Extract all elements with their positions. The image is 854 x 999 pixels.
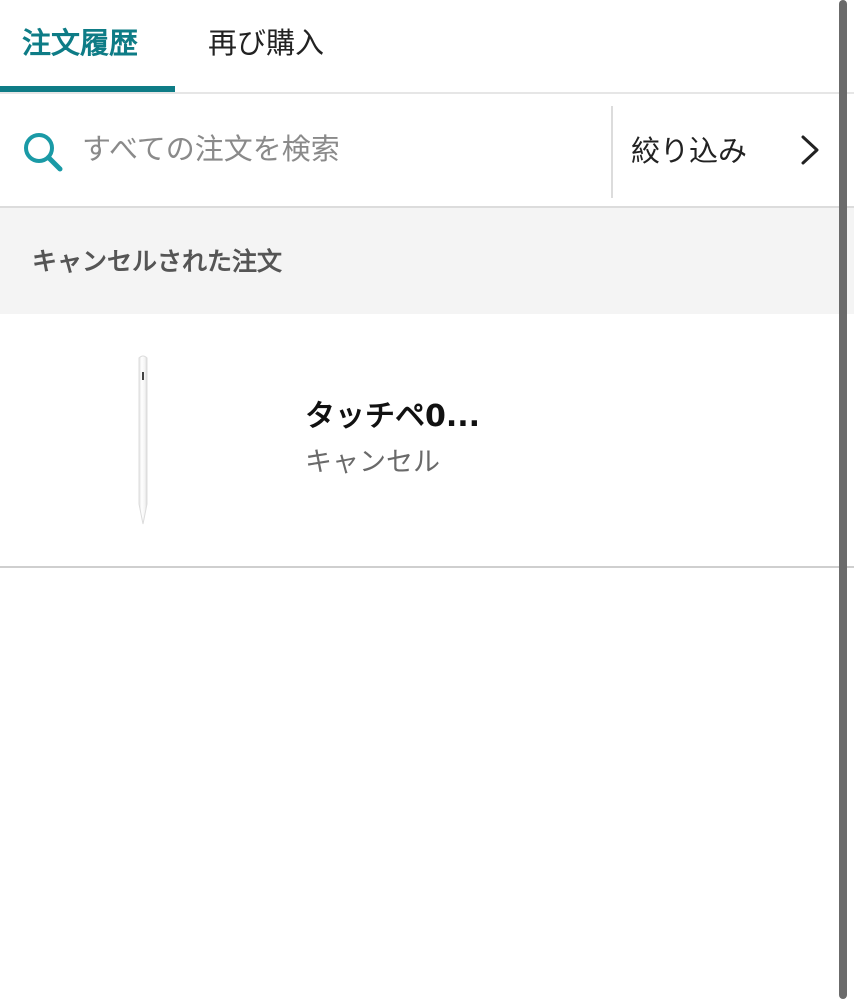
tab-buy-again[interactable]: 再び購入: [208, 20, 324, 66]
active-tab-indicator: [0, 86, 175, 92]
section-header: キャンセルされた注文: [0, 208, 854, 314]
stylus-pen-image: [138, 355, 148, 525]
filter-button[interactable]: 絞り込み: [613, 94, 839, 206]
tab-bar: 注文履歴 再び購入: [0, 0, 854, 94]
product-name: タッチペ0...: [305, 399, 481, 434]
filter-label: 絞り込み: [631, 134, 748, 168]
search-bar: 絞り込み: [0, 94, 854, 208]
search-icon: [24, 133, 63, 172]
order-item[interactable]: タッチペ0... キャンセル: [0, 314, 854, 568]
chevron-right-icon: [801, 135, 819, 165]
order-status: キャンセル: [305, 447, 440, 478]
order-history-page: 注文履歴 再び購入 絞り込み キャンセルされた注文: [0, 0, 854, 999]
section-title: キャンセルされた注文: [32, 247, 283, 276]
tab-order-history[interactable]: 注文履歴: [22, 20, 138, 66]
scrollbar[interactable]: [839, 0, 847, 999]
search-input[interactable]: [82, 124, 592, 174]
